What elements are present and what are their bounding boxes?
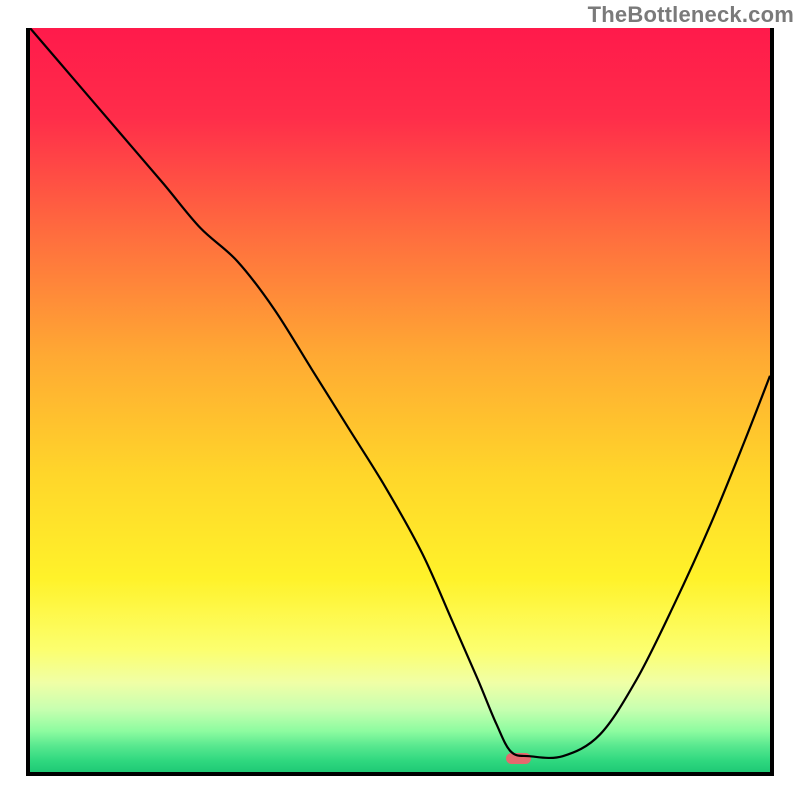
chart-container: TheBottleneck.com [0,0,800,800]
heat-gradient-background [30,28,770,772]
plot-area [26,28,774,776]
optimal-point-marker [506,753,531,763]
watermark-label: TheBottleneck.com [588,2,794,28]
